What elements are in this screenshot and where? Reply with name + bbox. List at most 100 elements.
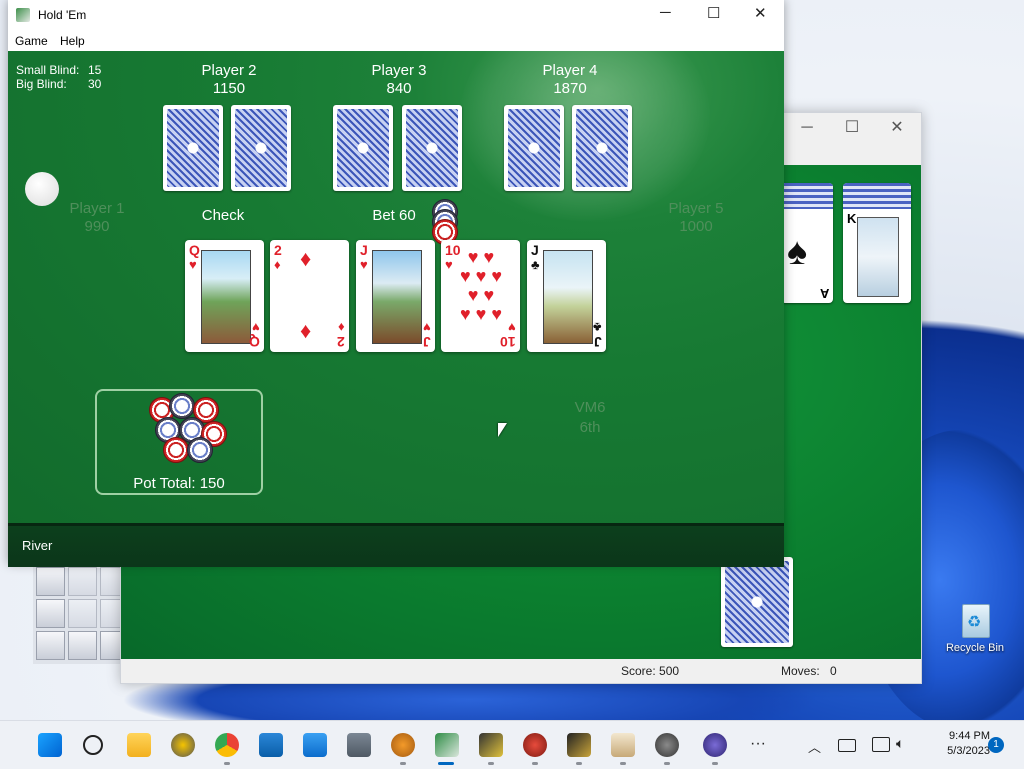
mail-icon[interactable] (303, 733, 327, 757)
bee-app-icon[interactable] (171, 733, 195, 757)
blinds-panel: Small Blind: 15 Big Blind: 30 (16, 63, 101, 91)
player-3-card-2 (402, 105, 462, 191)
volume-icon[interactable]: 🔈︎ (896, 735, 904, 752)
spider-solitaire-icon[interactable] (703, 733, 727, 757)
player-2-name: Player 2 (201, 62, 257, 79)
player-4-card-1 (504, 105, 564, 191)
card-4-suit-bottom: ♥ (508, 320, 516, 335)
mine-cell[interactable] (68, 631, 97, 660)
card-1-suit: ♥ (189, 257, 197, 272)
solitaire-score: Score: 500 (621, 664, 680, 678)
big-blind-label: Big Blind: (16, 77, 67, 91)
game-icon-1[interactable] (479, 733, 503, 757)
file-explorer-icon[interactable] (127, 733, 151, 757)
close-button[interactable]: ✕ (754, 4, 767, 22)
solitaire-moves-value: 0 (830, 664, 837, 678)
tablet-icon[interactable] (838, 739, 856, 752)
game-icon-3[interactable] (567, 733, 591, 757)
mine-cell[interactable] (68, 567, 97, 596)
game-3-running-indicator (576, 762, 582, 765)
card-5-rank: J (531, 242, 539, 258)
holdem-app-icon (16, 8, 30, 22)
solitaire-stock-pile[interactable] (721, 557, 793, 647)
solitaire-minimize-button[interactable]: ─ (784, 113, 830, 143)
solitaire-maximize-button[interactable]: ☐ (829, 113, 875, 143)
menu-game[interactable]: Game (15, 34, 48, 48)
card-5-rank-bottom: J (594, 334, 602, 350)
game-1-running-indicator (488, 762, 494, 765)
card-5-suit-bottom: ♣ (593, 320, 602, 335)
mine-cell[interactable] (68, 599, 97, 628)
card-4-pip: ♥ ♥ ♥ ♥ ♥ ♥ ♥ ♥ ♥ ♥ (459, 247, 503, 324)
clock-date: 5/3/2023 (947, 745, 990, 757)
card-2-pip-bottom: ♦ (300, 318, 312, 343)
player-2-card-1 (163, 105, 223, 191)
card-4-rank-bottom: 10 (500, 334, 516, 350)
spider-running-indicator (712, 762, 718, 765)
small-blind-value: 15 (88, 63, 102, 77)
holdem-title: Hold 'Em (38, 8, 87, 22)
minimize-button[interactable]: ─ (660, 4, 671, 21)
solitaire-status-bar: Score: 500 Moves: 0 (121, 659, 921, 683)
minesweeper-running-indicator (664, 762, 670, 765)
pot-total: Pot Total: 150 (133, 475, 225, 492)
card-1-rank: Q (189, 242, 200, 258)
store-icon[interactable] (259, 733, 283, 757)
player-1-chips: 990 (84, 218, 110, 235)
chrome-running-indicator (224, 762, 230, 765)
recycle-bin[interactable]: ♻ Recycle Bin (940, 598, 1010, 664)
player-3-name: Player 3 (371, 62, 427, 79)
solitaire-close-button[interactable]: ✕ (874, 113, 920, 143)
menu-bar: Game Help (8, 30, 784, 51)
calculator-icon[interactable] (347, 733, 371, 757)
pot-chip-icon-8 (187, 437, 213, 463)
network-icon[interactable] (872, 737, 890, 752)
community-card-4: 10 ♥ ♥ ♥ ♥ ♥ ♥ ♥ ♥ ♥ ♥ ♥ 10 ♥ (441, 240, 520, 352)
card-2-suit-bottom: ♦ (338, 320, 345, 335)
pot-chip-icon-2 (169, 393, 195, 419)
notification-badge[interactable]: 1 (988, 737, 1004, 753)
search-icon[interactable] (83, 735, 103, 755)
community-card-1: Q ♥ Q ♥ (185, 240, 264, 352)
mine-cell[interactable] (36, 631, 65, 660)
chevron-up-icon[interactable]: ︿ (808, 737, 821, 756)
small-blind-label: Small Blind: (16, 63, 80, 77)
round-status: River (22, 538, 53, 553)
card-2-pip-top: ♦ (300, 246, 312, 271)
start-icon[interactable] (38, 733, 62, 757)
maximize-button[interactable]: ☐ (707, 4, 720, 22)
player-2-chips: 1150 (212, 80, 246, 97)
mine-cell[interactable] (36, 599, 65, 628)
solitaire-moves-label: Moves: (781, 664, 820, 678)
chrome-icon[interactable] (215, 733, 239, 757)
card-3-rank: J (360, 242, 368, 258)
holdem-window: Hold 'Em ─ ☐ ✕ Game Help Small Blind: 15… (8, 0, 784, 567)
solitaire-king-rank: K (847, 211, 857, 226)
game-icon-2[interactable] (523, 733, 547, 757)
game-2-running-indicator (532, 762, 538, 765)
solitaire-card-ace-spades[interactable]: ♠ A (781, 183, 833, 303)
player-5-chips: 1000 (679, 218, 713, 235)
solitaire-card-king-spades[interactable]: K (843, 183, 911, 303)
paint-icon[interactable] (391, 733, 415, 757)
mine-cell[interactable] (36, 567, 65, 596)
player-5-name: Player 5 (668, 200, 724, 217)
player-you-place: 6th (579, 419, 601, 436)
mahjong-running-indicator (620, 762, 626, 765)
card-5-suit: ♣ (531, 257, 540, 272)
holdem-title-bar[interactable]: Hold 'Em ─ ☐ ✕ (8, 0, 784, 30)
player-1-name: Player 1 (69, 200, 125, 217)
menu-help[interactable]: Help (60, 34, 85, 48)
minesweeper-icon[interactable] (655, 733, 679, 757)
pot-area: Pot Total: 150 (95, 389, 263, 495)
solitaire-ace-rank: A (819, 286, 829, 301)
holdem-active-indicator (438, 762, 454, 765)
card-3-art (372, 250, 422, 344)
more-apps-button[interactable]: ··· (750, 735, 766, 753)
clock[interactable]: 9:44 PM 5/3/2023 (920, 729, 990, 759)
player-you-name: VM6 (574, 399, 606, 416)
mahjong-icon[interactable] (611, 733, 635, 757)
holdem-taskbar-icon[interactable] (435, 733, 459, 757)
community-card-2: 2 ♦ ♦ ♦ 2 ♦ (270, 240, 349, 352)
card-3-rank-bottom: J (423, 334, 431, 350)
